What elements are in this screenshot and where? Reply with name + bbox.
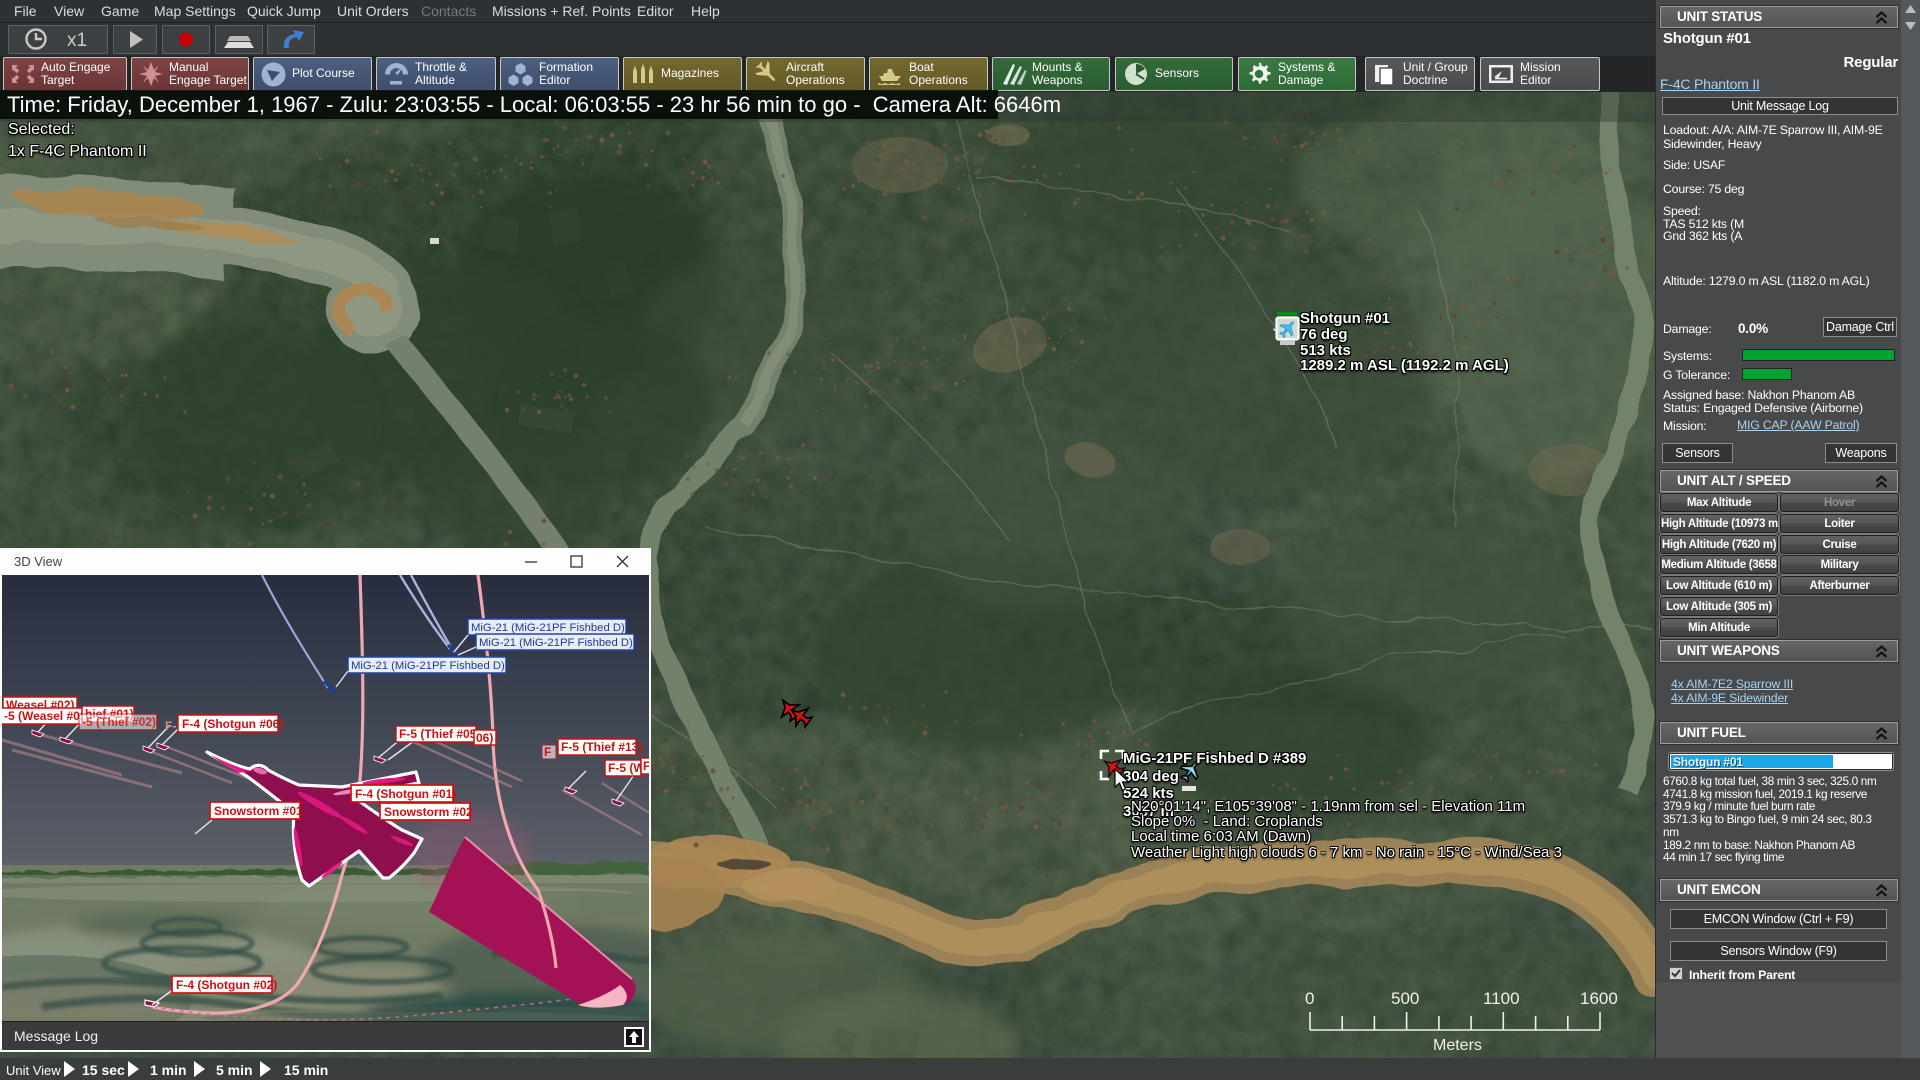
svg-text:06): 06) <box>476 731 493 745</box>
svg-text:1100: 1100 <box>1483 989 1520 1008</box>
svg-text:-5 (Thief #02): -5 (Thief #02) <box>82 715 156 729</box>
svg-text:500: 500 <box>1391 989 1419 1008</box>
svg-text:x1: x1 <box>67 30 87 51</box>
svg-text:F-: F- <box>165 719 176 733</box>
svg-text:0: 0 <box>1305 989 1314 1008</box>
svg-text:-5 (Weasel #01): -5 (Weasel #01) <box>4 709 91 723</box>
svg-text:MiG-21 (MiG-21PF Fishbed D): MiG-21 (MiG-21PF Fishbed D) <box>471 622 625 634</box>
svg-text:F-5 (W: F-5 (W <box>608 761 645 775</box>
svg-text:Snowstorm #01: Snowstorm #01 <box>214 804 303 818</box>
svg-text:F-5 (Thief #13): F-5 (Thief #13) <box>561 740 642 754</box>
svg-text:F-4 (Shotgun #06): F-4 (Shotgun #06) <box>182 717 283 731</box>
svg-text:1600: 1600 <box>1580 989 1618 1008</box>
svg-text:F-4 (Shotgun #01): F-4 (Shotgun #01) <box>355 787 456 801</box>
svg-text:F-5 (Thief #05): F-5 (Thief #05) <box>399 727 480 741</box>
svg-text:F: F <box>544 745 551 759</box>
svg-text:Snowstorm #02: Snowstorm #02 <box>384 805 473 819</box>
svg-text:MiG-21 (MiG-21PF Fishbed D): MiG-21 (MiG-21PF Fishbed D) <box>351 660 505 672</box>
svg-text:F-4 (Shotgun #02): F-4 (Shotgun #02) <box>176 978 277 992</box>
svg-text:Meters: Meters <box>1433 1037 1482 1054</box>
svg-text:MiG-21 (MiG-21PF Fishbed D): MiG-21 (MiG-21PF Fishbed D) <box>479 637 633 649</box>
